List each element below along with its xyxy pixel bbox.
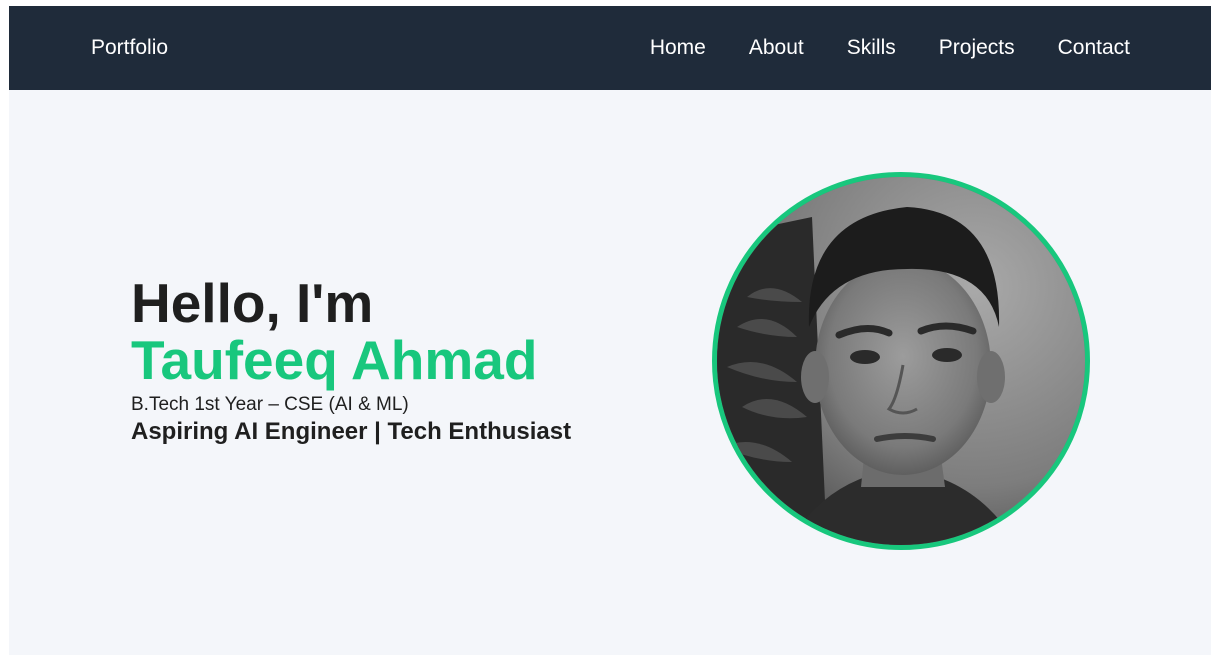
navbar: Portfolio Home About Skills Projects Con… (9, 6, 1211, 90)
nav-link-projects[interactable]: Projects (939, 35, 1015, 61)
hero-name: Taufeeq Ahmad (131, 329, 538, 391)
page: Portfolio Home About Skills Projects Con… (9, 6, 1211, 655)
nav-link-contact[interactable]: Contact (1058, 35, 1130, 61)
hero-degree: B.Tech 1st Year – CSE (AI & ML) (131, 394, 409, 415)
hero-tagline: Aspiring AI Engineer | Tech Enthusiast (131, 418, 572, 445)
profile-avatar (712, 172, 1090, 550)
hero-section: Hello, I'm Taufeeq Ahmad B.Tech 1st Year… (131, 274, 691, 446)
brand-logo-link[interactable]: Portfolio (91, 35, 168, 61)
nav-link-home[interactable]: Home (650, 35, 706, 61)
nav-link-about[interactable]: About (749, 35, 804, 61)
profile-photo-icon (717, 177, 1085, 545)
nav-links: Home About Skills Projects Contact (650, 35, 1130, 61)
nav-link-skills[interactable]: Skills (847, 35, 896, 61)
hero-greeting: Hello, I'm (131, 272, 374, 334)
